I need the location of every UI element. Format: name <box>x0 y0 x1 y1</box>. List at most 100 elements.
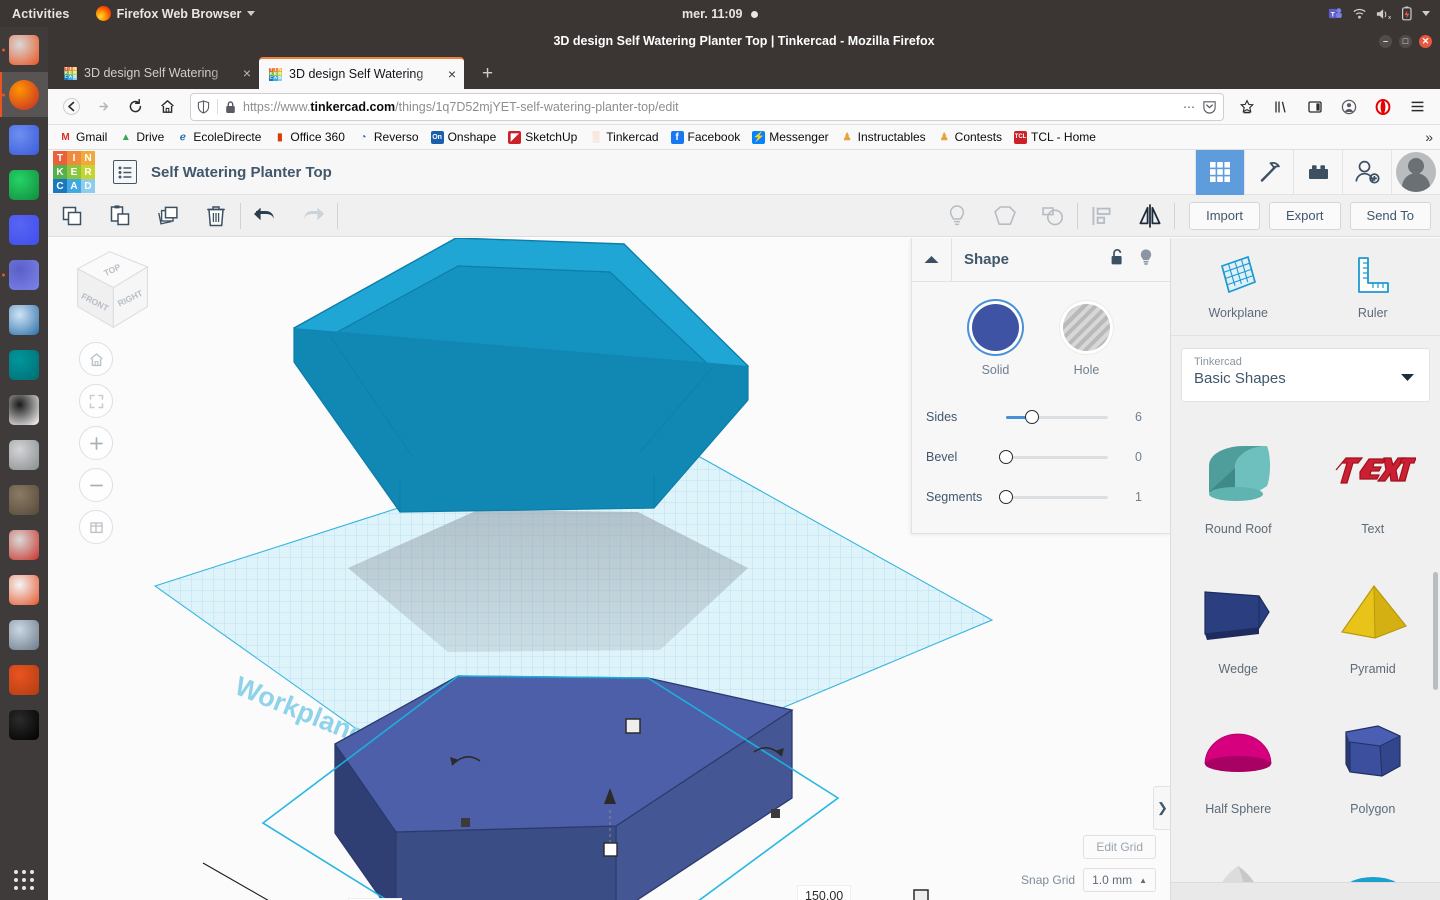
dock-item-teams[interactable] <box>0 252 48 297</box>
dock-item-photos[interactable] <box>0 612 48 657</box>
page-title[interactable]: Self Watering Planter Top <box>151 164 332 181</box>
lightbulb-icon[interactable] <box>1138 248 1154 271</box>
document-list-icon[interactable] <box>113 160 137 184</box>
bricks-button[interactable] <box>1293 149 1342 195</box>
edit-grid-button[interactable]: Edit Grid <box>1083 835 1156 859</box>
back-button[interactable] <box>56 92 86 122</box>
3d-canvas[interactable]: Workplane 150.00 TOP FRONT RIGHT Shape S… <box>48 238 1170 900</box>
slider-knob-bevel[interactable] <box>999 450 1013 464</box>
slider-knob-sides[interactable] <box>1024 410 1039 424</box>
ruler-tool[interactable]: Ruler <box>1306 238 1440 335</box>
solid-swatch[interactable]: Solid <box>972 304 1019 377</box>
library-shape-grid[interactable]: Round Roof Text Wedge Pyramid Half Spher… <box>1171 412 1440 900</box>
dock-item-terminal[interactable] <box>0 702 48 747</box>
export-button[interactable]: Export <box>1268 201 1341 230</box>
dock-item-whatsapp[interactable] <box>0 162 48 207</box>
view-cube[interactable]: TOP FRONT RIGHT <box>70 248 155 333</box>
library-item[interactable]: Half Sphere <box>1171 692 1306 832</box>
padlock-icon[interactable] <box>225 100 236 114</box>
close-button[interactable]: ✕ <box>1419 34 1432 48</box>
library-item[interactable]: Pyramid <box>1306 552 1440 692</box>
library-item[interactable]: Wedge <box>1171 552 1306 692</box>
hexagon-lid-shape[interactable] <box>292 238 749 513</box>
ellipsis-icon[interactable]: ⋯ <box>1183 100 1195 114</box>
bookmark-sketchup[interactable]: ◤ SketchUp <box>503 128 582 146</box>
bookmark-office-360[interactable]: ▮ Office 360 <box>268 128 349 146</box>
show-applications-button[interactable] <box>0 870 48 890</box>
dock-item-inkscape[interactable] <box>0 522 48 567</box>
bookmark-ecoledirecte[interactable]: ℯ EcoleDirecte <box>171 128 266 146</box>
bookmark-contests[interactable]: ♟ Contests <box>933 128 1007 146</box>
library-item[interactable]: Polygon <box>1306 692 1440 832</box>
bookmark-messenger[interactable]: ⚡ Messenger <box>747 128 833 146</box>
avatar[interactable] <box>1391 149 1440 195</box>
volume-muted-icon[interactable]: x <box>1376 7 1392 21</box>
dock-item-firefox[interactable] <box>0 72 48 117</box>
reload-button[interactable] <box>120 92 150 122</box>
wifi-icon[interactable] <box>1352 7 1367 20</box>
bookmark-tinkercad[interactable]: ░ Tinkercad <box>584 128 663 146</box>
library-icon[interactable] <box>1266 92 1296 122</box>
maximize-button[interactable]: □ <box>1399 34 1412 48</box>
hexagon-prism-shape[interactable] <box>334 675 794 900</box>
teams-icon[interactable]: T <box>1328 6 1343 21</box>
tab-close-icon[interactable]: × <box>243 66 251 80</box>
library-scrollbar-thumb[interactable] <box>1433 572 1438 690</box>
dock-item-files[interactable] <box>0 27 48 72</box>
bookmark-star-icon[interactable] <box>1232 92 1262 122</box>
sidebar-icon[interactable] <box>1300 92 1330 122</box>
home-view-button[interactable] <box>79 342 113 376</box>
dock-item-arduino[interactable] <box>0 342 48 387</box>
dropdown-arrow-icon[interactable] <box>1422 11 1430 16</box>
perspective-toggle-button[interactable] <box>79 510 113 544</box>
undo-arrow-icon[interactable] <box>241 195 289 237</box>
hole-swatch[interactable]: Hole <box>1063 304 1110 377</box>
app-menu-button[interactable]: Firefox Web Browser <box>95 6 256 21</box>
zoom-out-button[interactable] <box>79 468 113 502</box>
bookmark-tcl-home[interactable]: TCL TCL - Home <box>1009 128 1101 146</box>
url-text[interactable]: https://www.tinkercad.com/things/1q7D52m… <box>243 100 1176 114</box>
paste-button[interactable] <box>96 195 144 237</box>
bookmark-onshape[interactable]: On Onshape <box>426 128 502 146</box>
panel-collapse-handle[interactable]: ❯ <box>1153 786 1170 830</box>
battery-icon[interactable] <box>1401 6 1413 21</box>
home-button[interactable] <box>152 92 182 122</box>
workplane-tool[interactable]: Workplane <box>1171 238 1306 335</box>
opera-extension-icon[interactable] <box>1368 92 1398 122</box>
fit-all-button[interactable] <box>79 384 113 418</box>
mirror-icon[interactable] <box>1126 195 1174 237</box>
slider-track-segments[interactable] <box>999 490 1108 504</box>
bookmarks-overflow-button[interactable]: » <box>1425 129 1433 145</box>
account-icon[interactable] <box>1334 92 1364 122</box>
slider-track-bevel[interactable] <box>999 450 1108 464</box>
minimize-button[interactable]: – <box>1379 34 1392 48</box>
bookmark-drive[interactable]: ▲ Drive <box>114 128 169 146</box>
dimension-depth[interactable]: 150.00 <box>797 885 852 900</box>
dock-item-freecad[interactable] <box>0 387 48 432</box>
dock-item-gimp[interactable] <box>0 477 48 522</box>
snap-grid-select[interactable]: 1.0 mm ▲ <box>1083 868 1156 892</box>
dock-item-screenshot[interactable] <box>0 297 48 342</box>
duplicate-button[interactable] <box>144 195 192 237</box>
invite-people-button[interactable] <box>1342 149 1391 195</box>
copy-button[interactable] <box>48 195 96 237</box>
dock-item-camera[interactable] <box>0 432 48 477</box>
unlocked-padlock-icon[interactable] <box>1109 248 1124 271</box>
slider-knob-segments[interactable] <box>999 490 1013 504</box>
blocks-grid-button[interactable] <box>1195 149 1244 195</box>
tab-close-icon[interactable]: × <box>448 67 456 81</box>
send-to-button[interactable]: Send To <box>1349 201 1431 230</box>
system-tray[interactable]: T x <box>1328 6 1430 21</box>
dock-item-chromium[interactable] <box>0 117 48 162</box>
codeblocks-button[interactable] <box>1244 149 1293 195</box>
library-item[interactable]: Text <box>1306 412 1440 552</box>
browser-tab[interactable]: TIN KER CAD 3D design Self Watering × <box>54 57 259 89</box>
library-collection-dropdown[interactable]: Tinkercad Basic Shapes <box>1181 348 1430 402</box>
pocket-icon[interactable] <box>1202 99 1217 114</box>
slider-track-sides[interactable] <box>1006 410 1108 424</box>
url-bar[interactable]: https://www.tinkercad.com/things/1q7D52m… <box>190 92 1224 121</box>
bookmark-reverso[interactable]: ◔ Reverso <box>352 128 424 146</box>
tracking-shield-icon[interactable] <box>197 99 210 114</box>
bookmark-instructables[interactable]: ♟ Instructables <box>836 128 931 146</box>
library-item[interactable]: Round Roof <box>1171 412 1306 552</box>
